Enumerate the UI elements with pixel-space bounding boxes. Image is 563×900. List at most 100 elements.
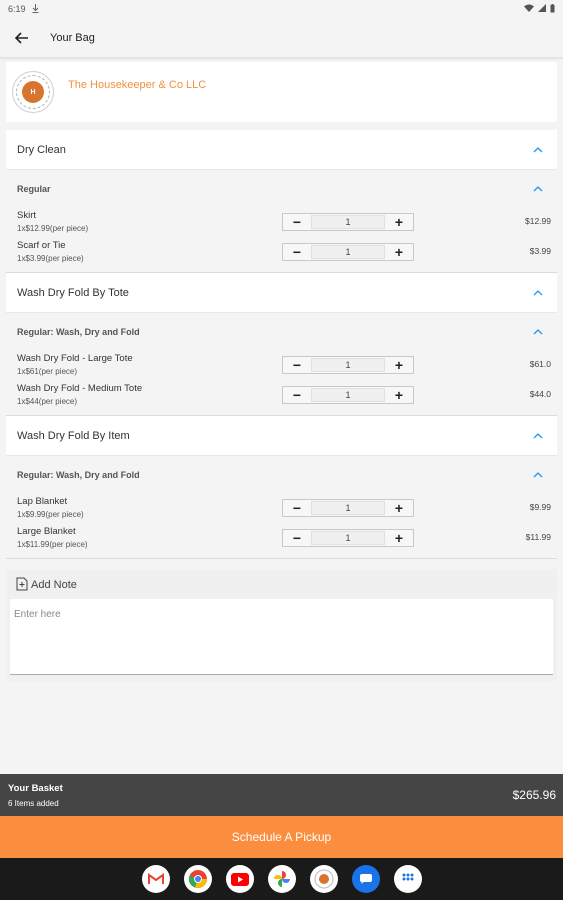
- quantity-field[interactable]: 1: [311, 358, 385, 372]
- list-item: Wash Dry Fold - Medium Tote 1x$44(per pi…: [6, 381, 557, 411]
- add-note-section: Add Note Enter here: [6, 569, 557, 681]
- item-total: $61.0: [529, 359, 551, 369]
- quantity-field[interactable]: 1: [311, 245, 385, 259]
- chevron-up-icon[interactable]: [531, 429, 545, 443]
- chevron-up-icon[interactable]: [531, 286, 545, 300]
- item-name: Lap Blanket: [17, 496, 68, 507]
- bag-content[interactable]: H The Housekeeper & Co LLC Dry Clean Reg…: [0, 58, 563, 774]
- basket-info: Your Basket 6 Items added: [8, 783, 63, 808]
- quantity-stepper: − 1 +: [282, 243, 414, 261]
- status-right: [524, 3, 555, 15]
- item-name: Skirt: [17, 210, 36, 221]
- quantity-field[interactable]: 1: [311, 501, 385, 515]
- item-unit-price: 1x$9.99(per piece): [17, 510, 84, 519]
- item-total: $44.0: [529, 389, 551, 399]
- quantity-stepper: − 1 +: [282, 386, 414, 404]
- group-title: Regular: Wash, Dry and Fold: [17, 470, 140, 480]
- group-header[interactable]: Regular: Wash, Dry and Fold: [6, 456, 557, 494]
- chevron-up-icon[interactable]: [531, 143, 545, 157]
- add-note-label: Add Note: [31, 579, 77, 591]
- item-total: $3.99: [529, 246, 551, 256]
- item-total: $11.99: [525, 532, 551, 542]
- item-total: $12.99: [525, 216, 551, 226]
- item-name: Wash Dry Fold - Medium Tote: [17, 383, 143, 394]
- increment-button[interactable]: +: [385, 500, 413, 516]
- quantity-stepper: − 1 +: [282, 213, 414, 231]
- note-input[interactable]: Enter here: [10, 599, 553, 675]
- quantity-field[interactable]: 1: [311, 388, 385, 402]
- increment-button[interactable]: +: [385, 214, 413, 230]
- housekeeper-app-icon[interactable]: [309, 865, 338, 893]
- status-left: 6:19: [8, 3, 39, 15]
- section-body: Regular: Wash, Dry and Fold Wash Dry Fol…: [6, 313, 557, 416]
- status-time: 6:19: [8, 4, 26, 14]
- back-arrow-icon[interactable]: [12, 28, 32, 48]
- basket-title: Your Basket: [8, 782, 63, 794]
- app-dock: [0, 858, 563, 900]
- add-note-header: Add Note: [10, 575, 553, 595]
- quantity-field[interactable]: 1: [311, 215, 385, 229]
- chrome-icon[interactable]: [183, 865, 212, 893]
- vendor-name: The Housekeeper & Co LLC: [68, 79, 207, 91]
- basket-summary: Your Basket 6 Items added $265.96: [0, 774, 563, 816]
- messages-icon[interactable]: [351, 865, 380, 893]
- section-title: Wash Dry Fold By Item: [17, 429, 130, 442]
- list-item: Lap Blanket 1x$9.99(per piece) − 1 + $9.…: [6, 494, 557, 524]
- basket-item-count: 6 Items added: [8, 798, 59, 808]
- section-body: Regular: Wash, Dry and Fold Lap Blanket …: [6, 456, 557, 559]
- increment-button[interactable]: +: [385, 530, 413, 546]
- group-header[interactable]: Regular: Wash, Dry and Fold: [6, 313, 557, 351]
- app-drawer-icon[interactable]: [393, 865, 422, 893]
- gmail-icon[interactable]: [141, 865, 170, 893]
- download-icon: [32, 3, 39, 15]
- quantity-stepper: − 1 +: [282, 499, 414, 517]
- item-unit-price: 1x$61(per piece): [17, 367, 78, 376]
- decrement-button[interactable]: −: [283, 244, 311, 260]
- item-unit-price: 1x$11.99(per piece): [17, 540, 88, 549]
- section-header[interactable]: Dry Clean: [6, 130, 557, 170]
- decrement-button[interactable]: −: [283, 530, 311, 546]
- chevron-up-icon[interactable]: [531, 468, 545, 482]
- youtube-icon[interactable]: [225, 865, 254, 893]
- list-item: Wash Dry Fold - Large Tote 1x$61(per pie…: [6, 351, 557, 381]
- section-wash-dry-fold-by-item: Wash Dry Fold By Item Regular: Wash, Dry…: [6, 416, 557, 559]
- item-name: Wash Dry Fold - Large Tote: [17, 353, 133, 364]
- item-unit-price: 1x$3.99(per piece): [17, 254, 84, 263]
- basket-total: $265.96: [512, 788, 556, 802]
- chevron-up-icon[interactable]: [531, 325, 545, 339]
- schedule-pickup-button[interactable]: Schedule A Pickup: [0, 816, 563, 858]
- section-body: Regular Skirt 1x$12.99(per piece) − 1 + …: [6, 170, 557, 273]
- status-bar: 6:19: [0, 0, 563, 18]
- list-item: Scarf or Tie 1x$3.99(per piece) − 1 + $3…: [6, 238, 557, 268]
- section-header[interactable]: Wash Dry Fold By Item: [6, 416, 557, 456]
- item-unit-price: 1x$44(per piece): [17, 397, 78, 406]
- quantity-stepper: − 1 +: [282, 529, 414, 547]
- decrement-button[interactable]: −: [283, 357, 311, 373]
- chevron-up-icon[interactable]: [531, 182, 545, 196]
- decrement-button[interactable]: −: [283, 500, 311, 516]
- signal-icon: [538, 4, 546, 14]
- decrement-button[interactable]: −: [283, 387, 311, 403]
- list-item: Skirt 1x$12.99(per piece) − 1 + $12.99: [6, 208, 557, 238]
- section-wash-dry-fold-by-tote: Wash Dry Fold By Tote Regular: Wash, Dry…: [6, 273, 557, 416]
- item-name: Large Blanket: [17, 526, 76, 537]
- group-title: Regular: [17, 184, 51, 194]
- increment-button[interactable]: +: [385, 244, 413, 260]
- app-bar: Your Bag: [0, 18, 563, 58]
- group-header[interactable]: Regular: [6, 170, 557, 208]
- item-unit-price: 1x$12.99(per piece): [17, 224, 89, 233]
- group-title: Regular: Wash, Dry and Fold: [17, 327, 140, 337]
- battery-icon: [550, 3, 555, 15]
- quantity-field[interactable]: 1: [311, 531, 385, 545]
- section-title: Wash Dry Fold By Tote: [17, 286, 129, 299]
- section-header[interactable]: Wash Dry Fold By Tote: [6, 273, 557, 313]
- item-total: $9.99: [529, 502, 551, 512]
- increment-button[interactable]: +: [385, 387, 413, 403]
- page-title: Your Bag: [50, 31, 95, 44]
- vendor-card: H The Housekeeper & Co LLC: [6, 62, 557, 122]
- decrement-button[interactable]: −: [283, 214, 311, 230]
- increment-button[interactable]: +: [385, 357, 413, 373]
- item-name: Scarf or Tie: [17, 240, 66, 251]
- photos-icon[interactable]: [267, 865, 296, 893]
- vendor-logo: H: [12, 71, 54, 113]
